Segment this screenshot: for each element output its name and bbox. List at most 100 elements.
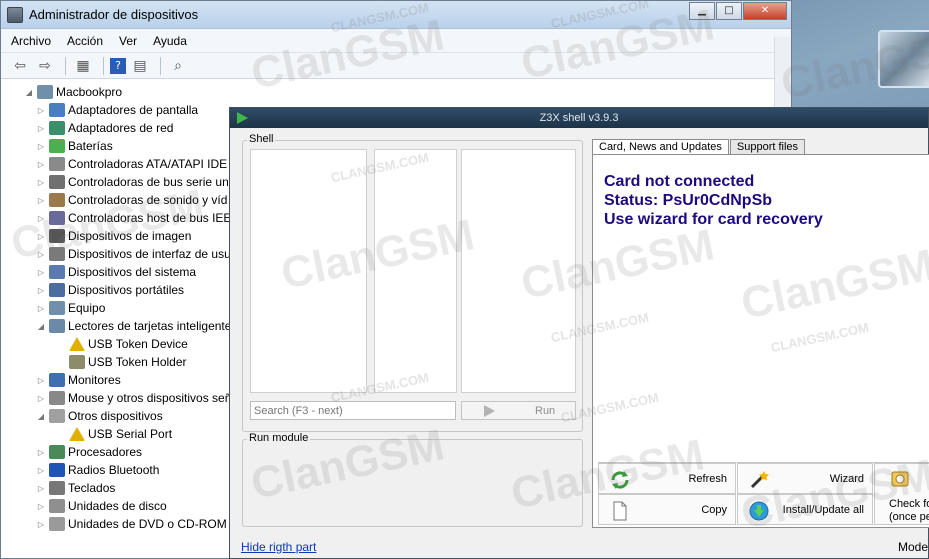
tab-support-files[interactable]: Support files [729, 139, 806, 155]
warning-device-icon [69, 427, 85, 441]
magic-wand-icon [750, 471, 769, 489]
tree-item-label: Mouse y otros dispositivos señ [68, 391, 232, 405]
collapsed-arrow-icon[interactable]: ▷ [35, 466, 47, 475]
mouse-icon [49, 391, 65, 405]
expanded-arrow-icon[interactable]: ◢ [35, 322, 47, 331]
collapsed-arrow-icon[interactable]: ▷ [35, 268, 47, 277]
install-download-icon [749, 501, 769, 521]
menu-archivo[interactable]: Archivo [11, 34, 51, 48]
collapsed-arrow-icon[interactable]: ▷ [35, 520, 47, 529]
copy-label: Copy [701, 504, 727, 516]
tree-item-label: Dispositivos portátiles [68, 283, 185, 297]
ide-controller-icon [49, 157, 65, 171]
collapsed-arrow-icon[interactable]: ▷ [35, 196, 47, 205]
tree-item-label: Dispositivos de interfaz de usu [68, 247, 231, 261]
tree-item-label: Controladoras de bus serie un [68, 175, 229, 189]
install-update-all-label: Install/Update all [782, 504, 864, 516]
collapsed-arrow-icon[interactable]: ▷ [35, 394, 47, 403]
bluetooth-icon [49, 463, 65, 477]
window-title: Administrador de dispositivos [29, 7, 199, 22]
system-device-icon [49, 265, 65, 279]
forward-arrow-icon[interactable]: ⇨ [34, 56, 56, 76]
menu-ver[interactable]: Ver [119, 34, 137, 48]
disk-drive-icon [49, 499, 65, 513]
check-updates-text: Check fo (once pe [889, 498, 929, 524]
hide-right-part-link[interactable]: Hide rigth part [241, 540, 316, 554]
shell-list-1[interactable] [250, 149, 367, 393]
desktop-thumbnail[interactable] [878, 30, 929, 88]
expanded-arrow-icon[interactable]: ◢ [23, 88, 35, 97]
tree-item[interactable]: ◢ Macbookpro [1, 83, 791, 101]
collapsed-arrow-icon[interactable]: ▷ [35, 484, 47, 493]
tree-item-label: Procesadores [68, 445, 143, 459]
shell-list-3[interactable] [461, 149, 576, 393]
collapsed-arrow-icon[interactable]: ▷ [35, 232, 47, 241]
check-updates-line: Check fo [889, 498, 929, 510]
menu-accion[interactable]: Acción [67, 34, 103, 48]
close-button[interactable]: ✕ [743, 2, 787, 20]
sound-icon [49, 193, 65, 207]
maximize-button[interactable]: □ [716, 2, 742, 20]
collapsed-arrow-icon[interactable]: ▷ [35, 250, 47, 259]
refresh-button[interactable]: Refresh [598, 463, 736, 494]
collapsed-arrow-icon[interactable]: ▷ [35, 160, 47, 169]
tree-item-label: Dispositivos de imagen [68, 229, 192, 243]
collapsed-arrow-icon[interactable]: ▷ [35, 286, 47, 295]
device-manager-app-icon [7, 6, 23, 23]
search-input[interactable] [250, 401, 456, 420]
tree-item-label: Baterías [68, 139, 113, 153]
z3x-titlebar[interactable]: Z3X shell v3.9.3 [230, 108, 928, 128]
z3x-title: Z3X shell v3.9.3 [539, 112, 619, 124]
shell-list-2[interactable] [374, 149, 457, 393]
collapsed-arrow-icon[interactable]: ▷ [35, 124, 47, 133]
mode-label: Mode [897, 540, 928, 554]
collapsed-arrow-icon[interactable]: ▷ [35, 502, 47, 511]
minimize-button[interactable]: ▁ [689, 2, 715, 20]
tree-item-label: Dispositivos del sistema [68, 265, 197, 279]
check-updates-icon [891, 471, 909, 487]
action-buttons: Refresh Wizard Check fo (once pe Copy In… [598, 462, 929, 526]
display-adapter-icon [49, 103, 65, 117]
tree-item-label: Adaptadores de red [68, 121, 174, 135]
tree-item-label: Otros dispositivos [68, 409, 163, 423]
properties-grid-icon[interactable]: ▦ [72, 56, 94, 76]
collapsed-arrow-icon[interactable]: ▷ [35, 304, 47, 313]
collapsed-arrow-icon[interactable]: ▷ [35, 106, 47, 115]
tree-item-label: Teclados [68, 481, 116, 495]
computer-icon [37, 85, 53, 99]
view-details-icon[interactable]: ▤ [129, 56, 151, 76]
run-button[interactable]: Run [461, 401, 576, 420]
check-updates-button[interactable]: Check fo (once pe [874, 463, 929, 525]
copy-button[interactable]: Copy [598, 494, 736, 525]
collapsed-arrow-icon[interactable]: ▷ [35, 214, 47, 223]
tree-item-label: Controladoras ATA/ATAPI IDE [68, 157, 228, 171]
collapsed-arrow-icon[interactable]: ▷ [35, 376, 47, 385]
card-status-line: Status: PsUr0CdNpSb [604, 192, 773, 209]
toolbar-separator [65, 56, 66, 75]
back-arrow-icon[interactable]: ⇦ [9, 56, 31, 76]
help-icon[interactable]: ? [110, 57, 126, 74]
smartcard-icon [69, 355, 85, 369]
tree-item-label: USB Serial Port [88, 427, 173, 441]
tree-item-label: Controladoras de sonido y víd [68, 193, 228, 207]
install-update-all-button[interactable]: Install/Update all [737, 494, 873, 525]
unknown-device-icon [49, 409, 65, 423]
monitor-icon [49, 373, 65, 387]
wizard-label: Wizard [829, 473, 864, 485]
tree-item-label: Controladoras host de bus IEE [68, 211, 232, 225]
collapsed-arrow-icon[interactable]: ▷ [35, 448, 47, 457]
usb-controller-icon [49, 175, 65, 189]
tree-item-label: USB Token Holder [88, 355, 187, 369]
scan-hardware-icon[interactable]: ⌕ [167, 56, 189, 76]
tree-item-label: Equipo [68, 301, 106, 315]
collapsed-arrow-icon[interactable]: ▷ [35, 178, 47, 187]
expanded-arrow-icon[interactable]: ◢ [35, 412, 47, 421]
dvd-drive-icon [49, 517, 65, 531]
network-adapter-icon [49, 121, 65, 135]
device-manager-titlebar[interactable]: Administrador de dispositivos ▁ □ ✕ [1, 1, 791, 29]
tree-item-label: Adaptadores de pantalla [68, 103, 199, 117]
wizard-button[interactable]: Wizard [737, 463, 873, 494]
run-module-label: Run module [247, 432, 311, 444]
menu-ayuda[interactable]: Ayuda [153, 34, 187, 48]
collapsed-arrow-icon[interactable]: ▷ [35, 142, 47, 151]
